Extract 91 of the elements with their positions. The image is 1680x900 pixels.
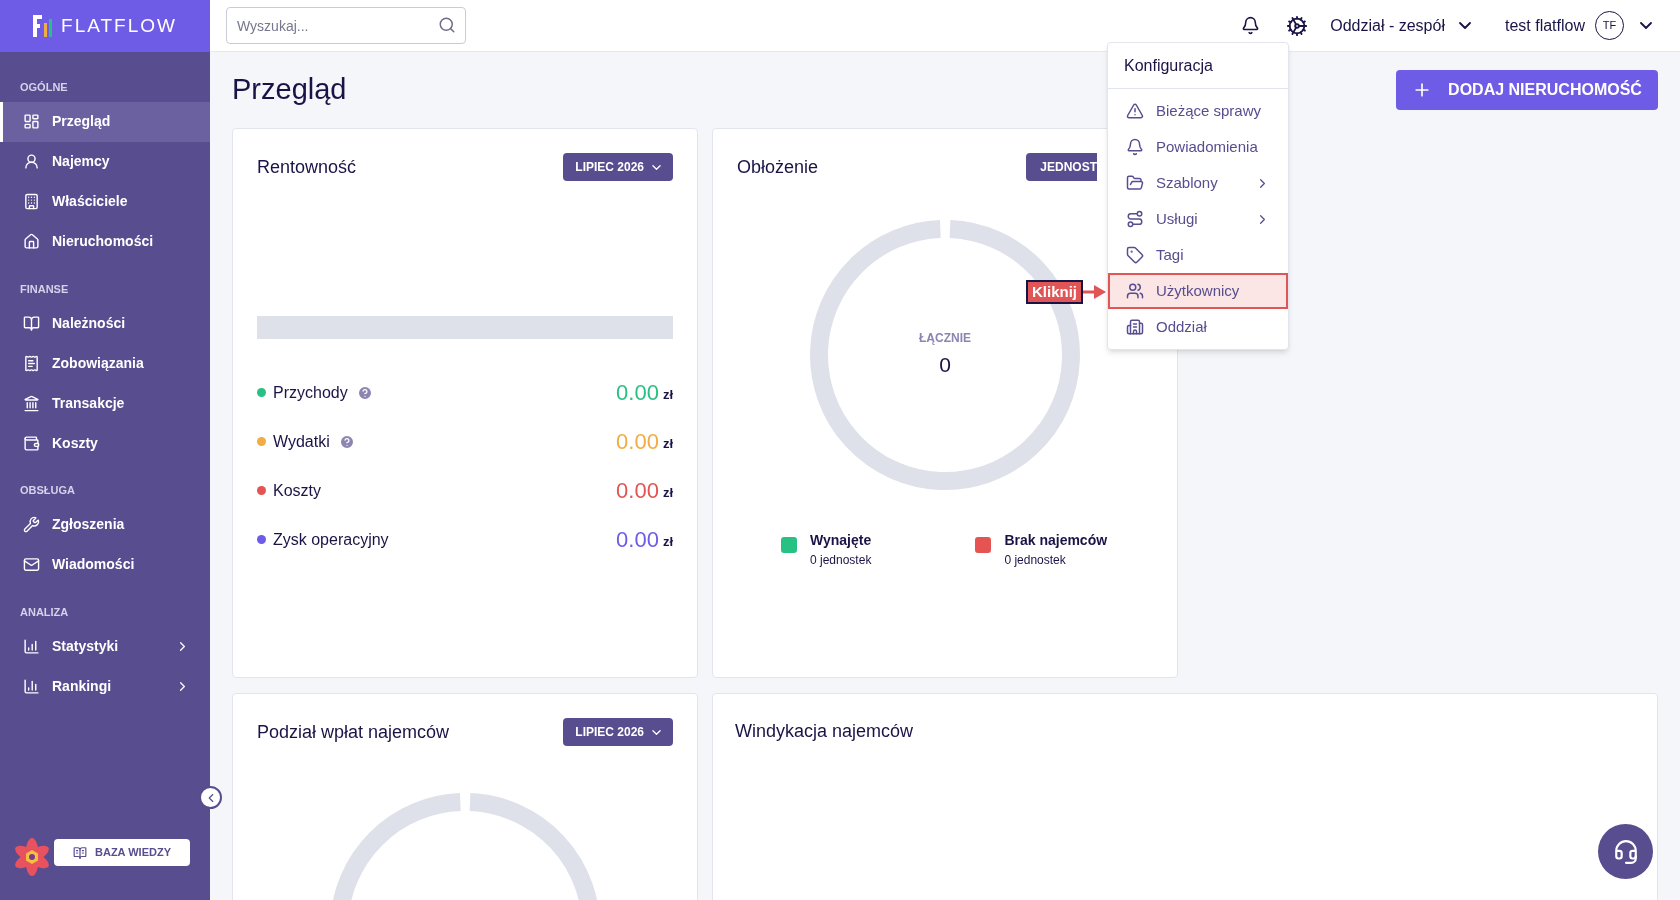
mail-icon (23, 556, 40, 573)
legend-count: 0 jednostek (810, 552, 872, 569)
bell-icon (1126, 138, 1144, 156)
bell-icon[interactable] (1241, 16, 1261, 35)
metric-label: Wydatki (273, 431, 330, 452)
nav-item[interactable]: Statystyki (0, 626, 210, 666)
menu-item[interactable]: Powiadomienia (1108, 129, 1288, 165)
unit-filter-dropdown[interactable]: JEDNOST (1026, 153, 1097, 181)
legend-count: 0 jednostek (1004, 552, 1067, 569)
section-heading: FINANSE (19, 281, 70, 297)
users-icon (1126, 282, 1144, 300)
nav-item[interactable]: Rankingi (0, 666, 210, 706)
page-title: Przegląd (232, 72, 347, 108)
menu-item[interactable]: Użytkownicy (1108, 273, 1288, 309)
section-heading: OBSŁUGA (19, 483, 76, 498)
nav-item[interactable]: Należności (0, 303, 210, 343)
menu-item[interactable]: Tagi (1108, 237, 1288, 273)
menu-item[interactable]: Usługi (1108, 201, 1288, 237)
menu-item[interactable]: Oddział (1108, 309, 1288, 345)
help-icon[interactable] (338, 433, 355, 450)
metric-label: Przychody (273, 382, 348, 403)
legend-label: Brak najemców (1004, 531, 1108, 550)
folder-icon (1126, 174, 1144, 192)
logo-icon (33, 15, 54, 37)
section-heading: OGÓLNE (19, 80, 69, 95)
building-icon (23, 193, 40, 210)
search-field[interactable]: Wyszukaj... (226, 7, 466, 44)
person-icon (23, 153, 40, 170)
total-label: ŁĄCZNIE (919, 330, 971, 348)
nav-item[interactable]: Transakcje (0, 383, 210, 423)
search-icon (438, 16, 456, 34)
card-title: Rentowność (257, 155, 357, 179)
menu-item[interactable]: Bieżące sprawy (1108, 93, 1288, 129)
metric-value: 0.00 (616, 428, 659, 456)
nav-item[interactable]: Wiadomości (0, 544, 210, 585)
book-icon (73, 845, 87, 860)
nav-item[interactable]: Właściciele (0, 181, 210, 222)
menu-title: Konfiguracja (1108, 43, 1288, 89)
building-icon (1126, 318, 1144, 336)
add-property-button[interactable]: DODAJ NIERUCHOMOŚĆ (1396, 70, 1658, 110)
bank-icon (23, 394, 40, 412)
route-icon (1126, 210, 1144, 228)
headset-icon (1612, 838, 1639, 865)
wallet-icon (23, 434, 40, 452)
chevron-down-icon (652, 729, 661, 735)
metric-label: Zysk operacyjny (273, 529, 389, 550)
user-menu[interactable]: test flatflow TF (1504, 11, 1652, 40)
brand-name: FLATFLOW (61, 13, 177, 38)
collapse-button[interactable] (199, 786, 222, 809)
period-dropdown[interactable]: LIPIEC 2026 (563, 718, 673, 746)
bar-chart-icon (23, 677, 40, 695)
period-dropdown[interactable]: LIPIEC 2026 (563, 153, 673, 181)
callout-label: Kliknij (1026, 280, 1083, 304)
flower-icon (12, 836, 52, 878)
chevron-down-icon (1458, 22, 1471, 29)
tag-icon (1126, 246, 1144, 264)
metric-value: 0.00 (616, 526, 659, 554)
currency-label: zł (662, 484, 673, 503)
currency-label: zł (662, 435, 673, 454)
currency-label: zł (662, 386, 673, 405)
warning-icon (1126, 102, 1144, 120)
knowledge-base-button[interactable]: BAZA WIEDZY (54, 839, 190, 866)
legend-label: Wynajęte (810, 531, 872, 550)
nav-item[interactable]: Przegląd (0, 101, 210, 142)
menu-item[interactable]: Szablony (1108, 165, 1288, 201)
wrench-icon (23, 516, 40, 533)
metric-label: Koszty (273, 480, 321, 501)
card-title: Podział wpłat najemców (257, 720, 450, 744)
chevron-down-icon (1640, 22, 1652, 29)
section-heading: ANALIZA (19, 604, 70, 620)
help-icon[interactable] (356, 384, 373, 401)
currency-label: zł (662, 533, 673, 552)
nav-item[interactable]: Zobowiązania (0, 343, 210, 383)
settings-icon[interactable] (1286, 14, 1309, 37)
book-icon (23, 314, 40, 332)
receipt-icon (23, 354, 40, 372)
card-title: Windykacja najemców (735, 720, 915, 743)
nav-item[interactable]: Zgłoszenia (0, 504, 210, 545)
metric-value: 0.00 (616, 379, 659, 407)
card-title: Obłożenie (737, 155, 819, 179)
nav-item[interactable]: Najemcy (0, 141, 210, 182)
chevron-down-icon (652, 164, 661, 170)
dashboard-icon (23, 113, 40, 130)
bar-chart-icon (23, 637, 40, 655)
nav-item[interactable]: Nieruchomości (0, 221, 210, 262)
callout-arrow (1083, 284, 1106, 300)
total-value: 0 (939, 352, 951, 379)
house-icon (23, 233, 40, 250)
branch-dropdown[interactable]: Oddział - zespół (1330, 13, 1471, 38)
nav-item[interactable]: Koszty (0, 423, 210, 463)
metric-value: 0.00 (616, 477, 659, 505)
